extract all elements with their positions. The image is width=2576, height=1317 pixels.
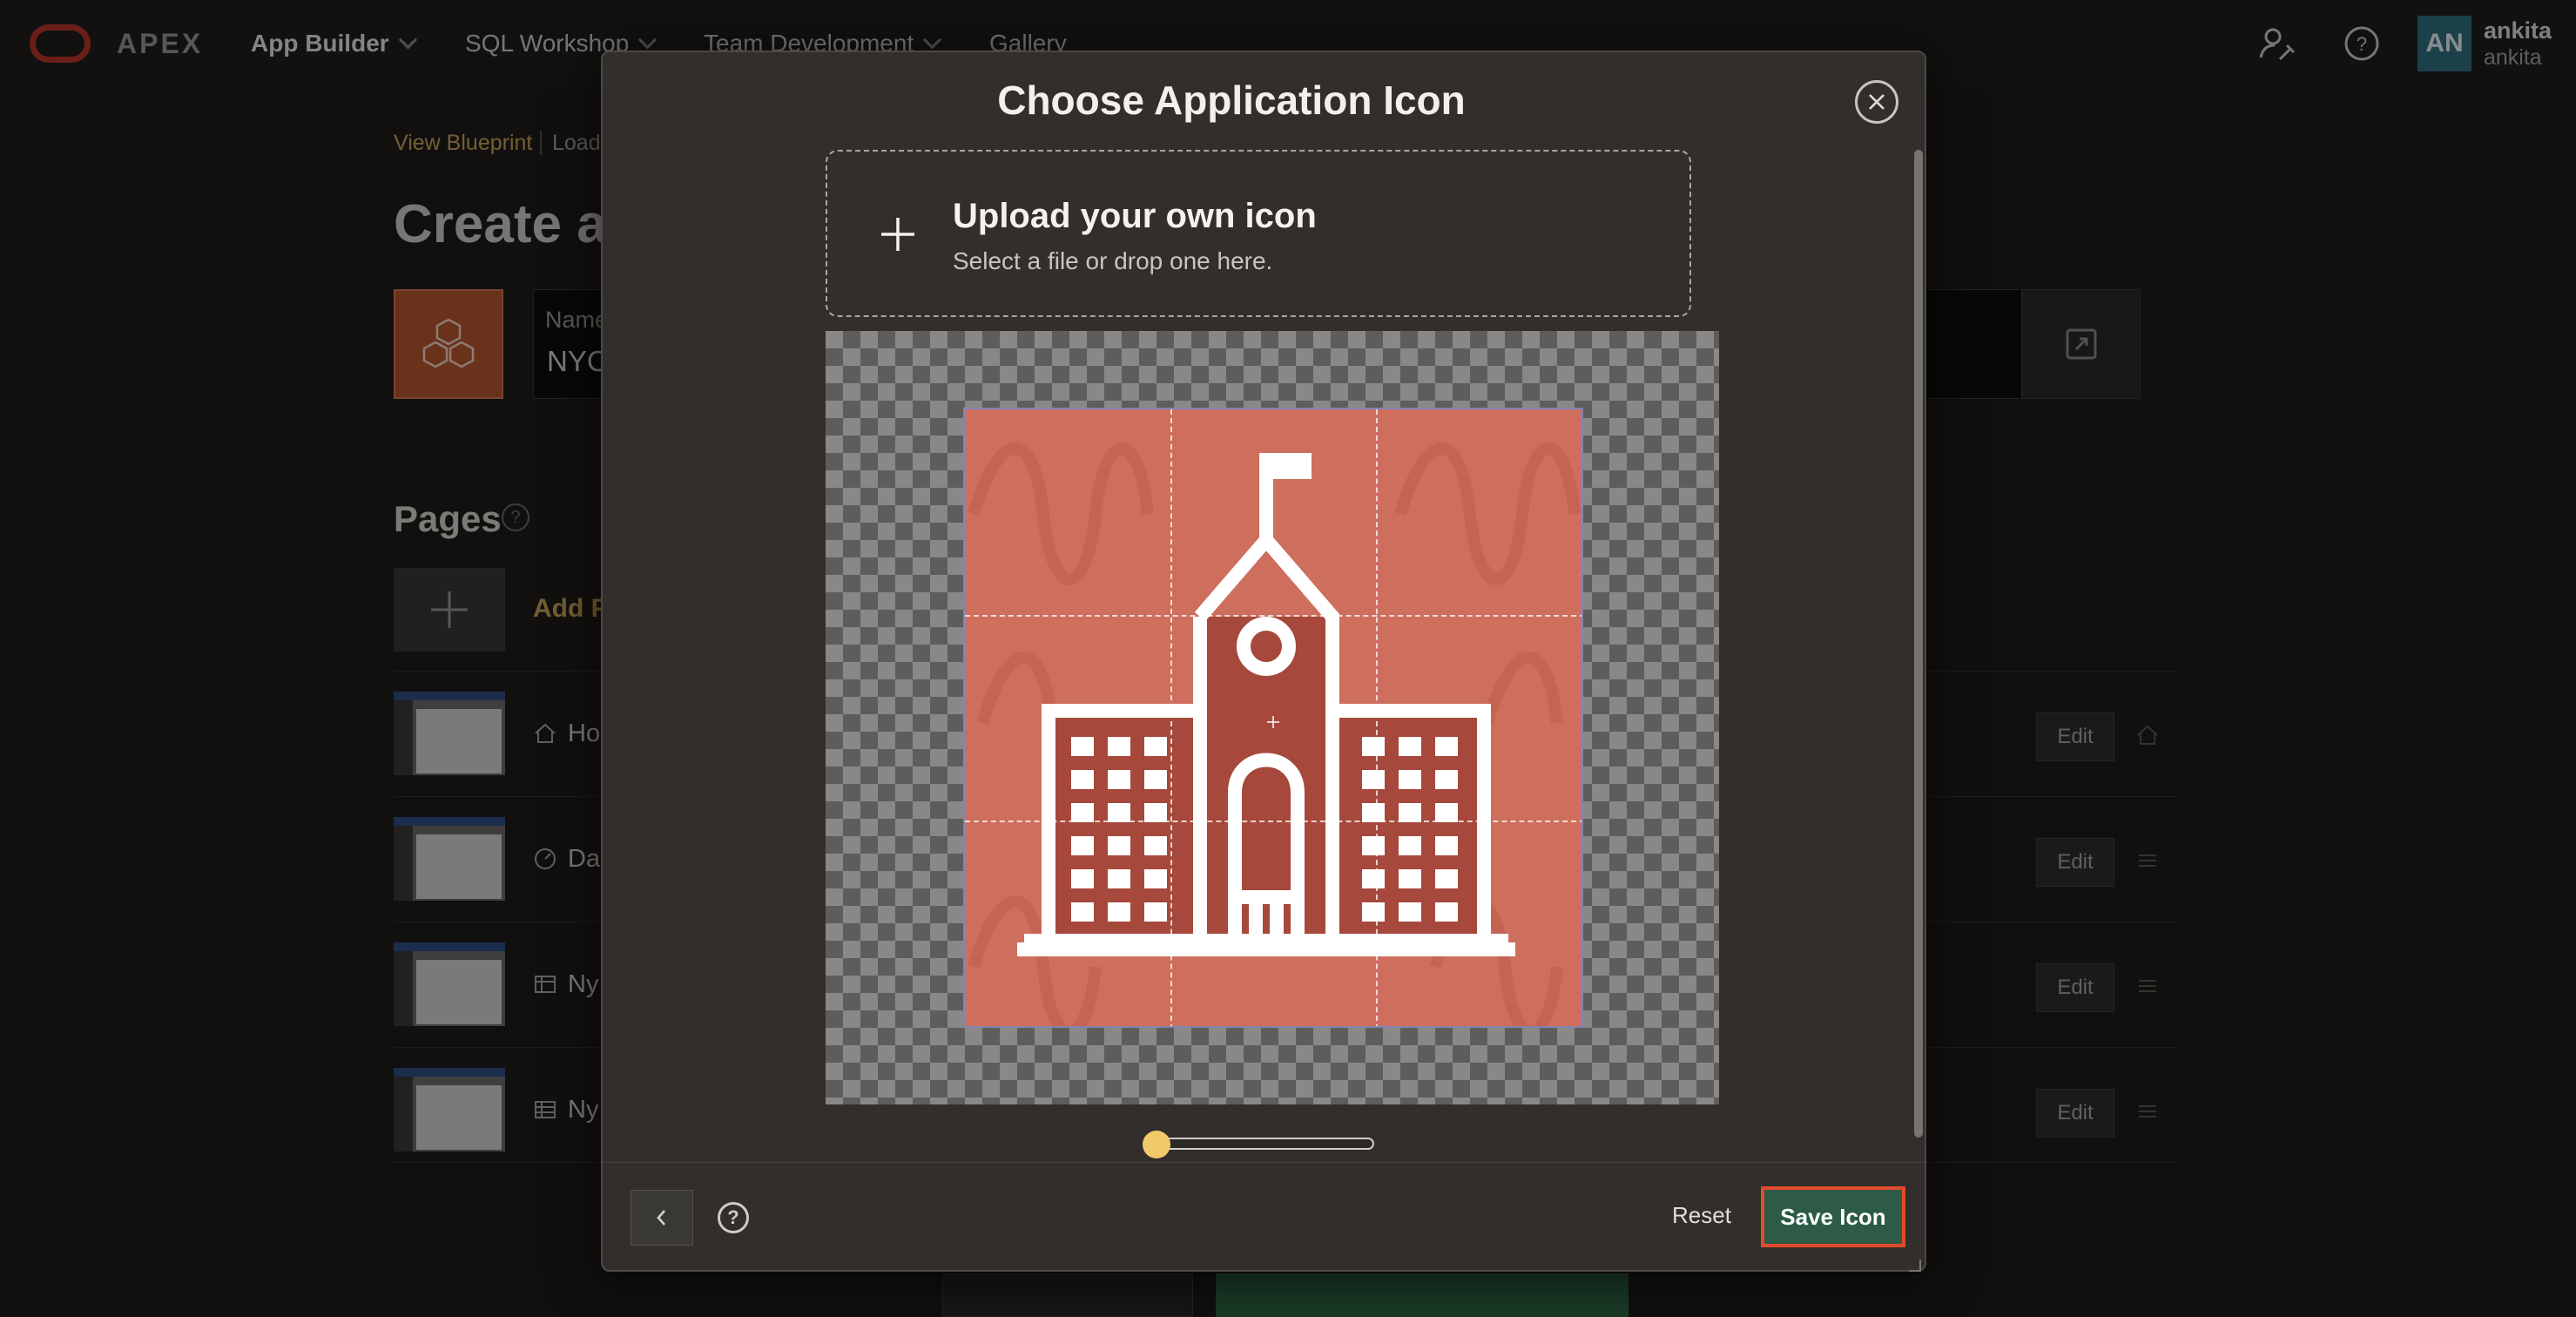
icon-crop-canvas[interactable] — [826, 331, 1719, 1104]
choose-icon-dialog: Choose Application Icon Upload your own … — [601, 51, 1926, 1272]
dialog-title: Choose Application Icon — [997, 78, 1466, 123]
chevron-left-icon — [657, 1210, 665, 1226]
back-button[interactable] — [631, 1190, 693, 1246]
upload-title: Upload your own icon — [953, 197, 1317, 235]
dialog-footer-divider — [603, 1162, 1925, 1163]
plus-icon — [881, 218, 914, 251]
reset-button[interactable]: Reset — [1672, 1202, 1731, 1229]
close-button[interactable] — [1855, 80, 1898, 124]
upload-subtitle: Select a file or drop one here. — [953, 247, 1273, 274]
help-icon[interactable]: ? — [718, 1202, 749, 1233]
crop-guide — [965, 821, 1581, 822]
crop-guide — [965, 615, 1581, 617]
close-icon — [1869, 94, 1885, 110]
crop-guide — [1170, 409, 1172, 1026]
school-building-icon — [968, 442, 1581, 1026]
crop-area[interactable] — [963, 408, 1583, 1028]
upload-dropzone[interactable]: Upload your own icon Select a file or dr… — [826, 150, 1691, 317]
resize-handle-icon[interactable] — [1909, 1260, 1921, 1272]
crop-guide — [1376, 409, 1378, 1026]
save-icon-button[interactable]: Save Icon — [1761, 1186, 1905, 1247]
dialog-scrollbar[interactable] — [1914, 150, 1923, 1138]
zoom-slider[interactable] — [1151, 1138, 1374, 1150]
zoom-slider-handle[interactable] — [1143, 1131, 1170, 1158]
